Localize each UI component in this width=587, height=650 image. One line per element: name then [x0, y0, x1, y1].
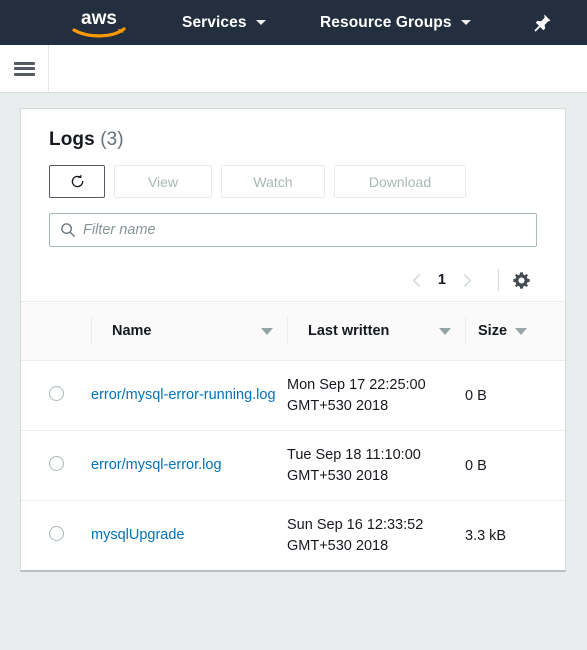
nav-services-label: Services [182, 13, 247, 31]
refresh-icon [71, 174, 83, 188]
nav-services[interactable]: Services [182, 0, 266, 45]
watch-button-label: Watch [253, 173, 293, 190]
column-header-select [21, 301, 91, 361]
filter-field-wrapper [49, 213, 537, 247]
secondary-toolbar [0, 45, 587, 93]
logs-count: (3) [100, 129, 124, 150]
column-header-size-label: Size [478, 323, 508, 339]
chevron-left-icon [412, 273, 420, 287]
view-button[interactable]: View [114, 165, 212, 198]
nav-resource-groups[interactable]: Resource Groups [320, 0, 471, 45]
pagination-next-button[interactable] [451, 273, 484, 288]
chevron-right-icon [463, 273, 472, 287]
row-size-cell: 3.3 kB [465, 527, 507, 544]
pagination-prev-button[interactable] [400, 273, 433, 288]
column-header-last-written-label: Last written [308, 323, 390, 339]
row-last-written-cell: Mon Sep 17 22:25:00 GMT+530 2018 [287, 360, 465, 432]
row-last-written-cell: Sun Sep 16 12:33:52 GMT+530 2018 [287, 517, 424, 554]
column-header-name[interactable]: Name [91, 301, 287, 361]
download-button-label: Download [368, 173, 432, 190]
column-header-last-written[interactable]: Last written [287, 301, 465, 361]
nav-resource-groups-label: Resource Groups [320, 13, 452, 31]
logs-table: Name Last written Size error/mysql-error… [21, 301, 565, 570]
logs-table-body: error/mysql-error-running.log Mon Sep 17… [21, 360, 565, 571]
row-radio-button[interactable] [48, 456, 64, 472]
table-row: mysqlUpgrade Sun Sep 16 12:33:52 GMT+530… [21, 501, 565, 571]
settings-button[interactable] [512, 271, 535, 290]
sort-descending-triangle-icon [439, 327, 451, 335]
row-last-written-cell: Tue Sep 18 11:10:00 GMT+530 2018 [287, 430, 465, 502]
pushpin-icon[interactable] [530, 11, 554, 35]
aws-logo-icon[interactable]: aws [68, 6, 130, 39]
logs-table-head: Name Last written Size [21, 301, 565, 361]
column-header-name-label: Name [112, 323, 152, 339]
row-radio-button[interactable] [48, 526, 64, 542]
gear-icon [513, 271, 530, 289]
row-name-cell: mysqlUpgrade [91, 501, 287, 571]
row-name-cell: error/mysql-error.log [91, 430, 287, 502]
row-size-cell: 0 B [465, 430, 565, 502]
row-select-cell [21, 360, 91, 432]
table-row: error/mysql-error.log Tue Sep 18 11:10:0… [21, 430, 565, 502]
hamburger-bar [13, 72, 35, 76]
log-file-link[interactable]: error/mysql-error-running.log [91, 387, 276, 403]
row-size-cell: 0 B [465, 360, 565, 432]
action-button-row: View Watch Download [49, 165, 537, 198]
search-input[interactable] [49, 213, 537, 247]
row-radio-button[interactable] [48, 386, 64, 402]
page-title: Logs (3) [49, 129, 537, 151]
logs-panel-header: Logs (3) View Watch Download Filter name… [21, 109, 565, 299]
watch-button[interactable]: Watch [221, 165, 325, 198]
aws-top-navbar: aws Services Resource Groups [0, 0, 587, 45]
log-file-link[interactable]: error/mysql-error.log [91, 457, 222, 473]
row-select-cell [21, 430, 91, 502]
row-name-cell: error/mysql-error-running.log [91, 360, 287, 432]
column-header-size[interactable]: Size [465, 301, 565, 361]
sort-descending-triangle-icon [515, 327, 528, 335]
pagination-page-1[interactable]: 1 [433, 272, 451, 288]
refresh-button[interactable] [49, 165, 105, 198]
pagination-divider [498, 269, 499, 291]
sort-descending-triangle-icon [261, 327, 273, 335]
svg-text:aws: aws [81, 8, 117, 29]
page-title-text: Logs [49, 129, 95, 150]
hamburger-menu-icon[interactable] [0, 45, 49, 92]
hamburger-bar [13, 67, 35, 70]
download-button[interactable]: Download [334, 165, 466, 198]
pagination-controls: 1 [49, 261, 537, 299]
chevron-down-icon [255, 20, 266, 25]
chevron-down-icon [460, 20, 471, 25]
table-header-row: Name Last written Size [21, 301, 565, 361]
view-button-label: View [147, 173, 179, 190]
row-select-cell [21, 501, 91, 571]
hamburger-bar [13, 61, 35, 65]
table-row: error/mysql-error-running.log Mon Sep 17… [21, 360, 565, 432]
logs-panel: Logs (3) View Watch Download Filter name… [20, 108, 566, 573]
log-file-link[interactable]: mysqlUpgrade [91, 527, 185, 543]
